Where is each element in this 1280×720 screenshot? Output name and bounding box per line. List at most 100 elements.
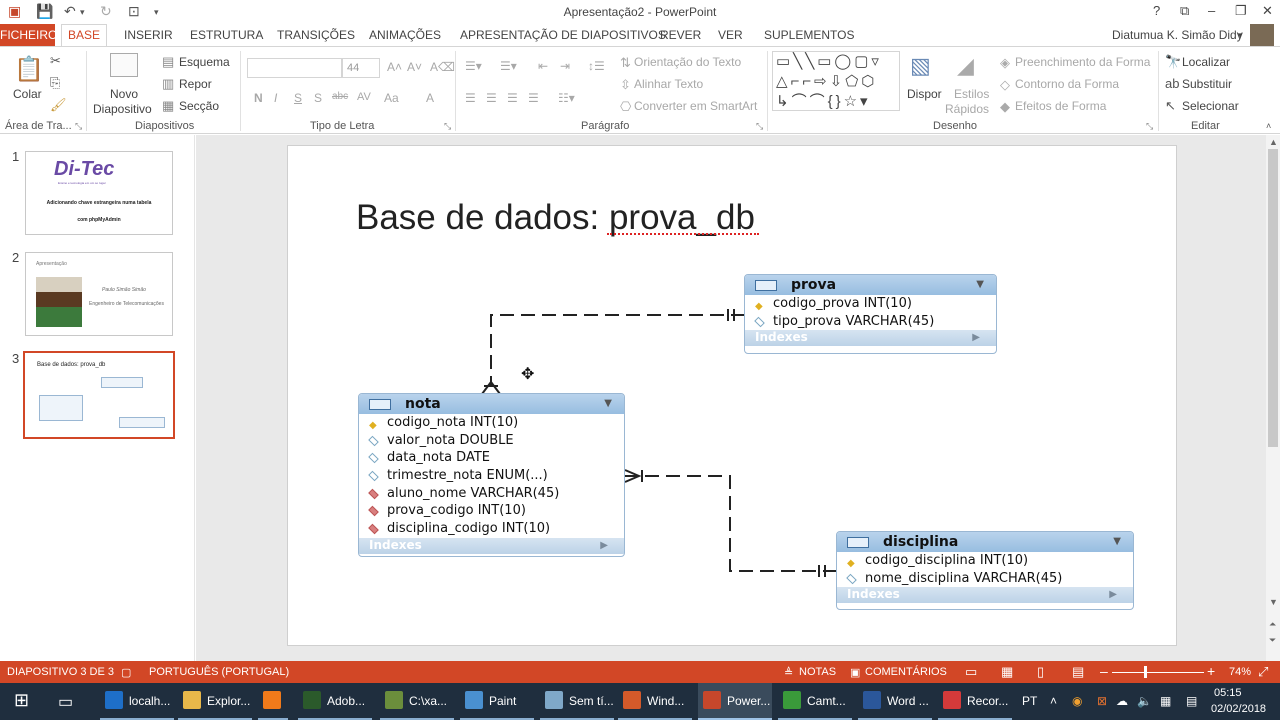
tab-inserir[interactable]: INSERIR bbox=[124, 28, 173, 42]
notes-icon[interactable]: ≜ bbox=[784, 666, 793, 679]
font-color-button[interactable]: A bbox=[426, 91, 434, 105]
paste-button[interactable]: Colar bbox=[13, 87, 42, 101]
vertical-scrollbar[interactable]: ▲ ▼ ⏶ ⏷ bbox=[1266, 135, 1280, 661]
comments-icon[interactable]: ▣ bbox=[850, 666, 860, 679]
drawing-launcher-icon[interactable]: ⤡ bbox=[1146, 121, 1153, 132]
new-slide-button[interactable]: Diapositivo bbox=[93, 102, 152, 116]
new-slide-icon[interactable] bbox=[110, 53, 138, 77]
collapse-icon[interactable]: ▼ bbox=[604, 398, 612, 409]
tray-overflow-icon[interactable]: ˄ bbox=[1050, 694, 1057, 708]
table-disciplina[interactable]: disciplina ▼ ◆ codigo_disciplina INT(10) n… bbox=[836, 531, 1134, 610]
clipboard-launcher-icon[interactable]: ⤡ bbox=[75, 121, 82, 132]
minimize-button[interactable]: – bbox=[1208, 3, 1215, 18]
collapse-icon[interactable]: ▼ bbox=[1113, 536, 1121, 547]
shapes-gallery[interactable]: ▭╲╲▭◯▢▿ △⌐⌐⇨⇩⬠⬡ ↳⌒⌒{}☆▾ bbox=[772, 51, 900, 111]
tab-ver[interactable]: VER bbox=[718, 28, 743, 42]
slide[interactable]: Base de dados: prova_db prova ▼ ◆ codigo_p… bbox=[287, 145, 1177, 646]
tab-base[interactable]: BASE bbox=[61, 24, 107, 47]
decrease-indent-icon[interactable]: ⇤ bbox=[538, 59, 548, 73]
clock-date[interactable]: 02/02/2018 bbox=[1211, 703, 1266, 715]
collapse-ribbon-icon[interactable]: ˄ bbox=[1266, 121, 1271, 131]
format-painter-icon[interactable]: 🖌 bbox=[50, 97, 67, 113]
bold-button[interactable]: N bbox=[254, 91, 263, 105]
tray-app-icon[interactable]: ◉ bbox=[1072, 694, 1082, 708]
italic-button[interactable]: I bbox=[274, 91, 277, 105]
paste-icon[interactable]: 📋 bbox=[14, 55, 44, 84]
normal-view-icon[interactable]: ▭ bbox=[965, 664, 977, 680]
align-text-button[interactable]: Alinhar Texto bbox=[634, 77, 703, 91]
zoom-in-icon[interactable]: + bbox=[1207, 663, 1215, 679]
taskbar-item[interactable]: Camt... bbox=[778, 683, 852, 720]
slide-thumbnail-1[interactable]: Di-Tec Ensino e tecnologia em um so luga… bbox=[25, 151, 173, 235]
scrollbar-thumb[interactable] bbox=[1268, 149, 1278, 447]
shape-effects-button[interactable]: Efeitos de Forma bbox=[1015, 99, 1106, 113]
previous-slide-icon[interactable]: ⏶ bbox=[1269, 619, 1276, 630]
user-name[interactable]: Diatumua K. Simão Didy bbox=[1112, 28, 1243, 42]
taskbar-item[interactable]: Power... bbox=[698, 683, 772, 720]
align-center-icon[interactable]: ☰ bbox=[486, 91, 497, 105]
tab-suplementos[interactable]: SUPLEMENTOS bbox=[764, 28, 854, 42]
ribbon-display-options-button[interactable]: ⧉ bbox=[1180, 3, 1189, 19]
taskbar-item[interactable]: Word ... bbox=[858, 683, 932, 720]
layout-button[interactable]: Esquema bbox=[179, 55, 230, 69]
tab-transicoes[interactable]: TRANSIÇÕES bbox=[277, 28, 355, 42]
tab-rever[interactable]: REVER bbox=[660, 28, 701, 42]
slide-sorter-icon[interactable]: ▦ bbox=[1001, 664, 1013, 680]
spellcheck-icon[interactable]: ▢ bbox=[121, 666, 131, 679]
maximize-button[interactable]: ❐ bbox=[1235, 3, 1247, 19]
font-size-select[interactable]: 44 bbox=[342, 58, 380, 78]
section-button[interactable]: Secção bbox=[179, 99, 219, 113]
input-language[interactable]: PT bbox=[1022, 694, 1037, 708]
zoom-level[interactable]: 74% bbox=[1229, 666, 1251, 678]
clear-format-icon[interactable]: A⌫ bbox=[430, 60, 455, 74]
justify-icon[interactable]: ☰ bbox=[528, 91, 539, 105]
fit-slide-icon[interactable]: ⤢ bbox=[1258, 664, 1268, 680]
line-spacing-icon[interactable]: ↕☰ bbox=[588, 59, 605, 73]
user-dropdown-icon[interactable]: ▾ bbox=[1238, 30, 1243, 41]
font-launcher-icon[interactable]: ⤡ bbox=[444, 121, 451, 132]
table-nota[interactable]: nota ▼ ◆ codigo_nota INT(10) valor_nota DO… bbox=[358, 393, 625, 557]
columns-icon[interactable]: ☷▾ bbox=[558, 91, 575, 105]
zoom-slider[interactable] bbox=[1112, 672, 1204, 673]
find-button[interactable]: Localizar bbox=[1182, 55, 1230, 69]
taskbar-item[interactable]: C:\xa... bbox=[380, 683, 454, 720]
zoom-out-icon[interactable]: – bbox=[1100, 663, 1108, 679]
shape-fill-button[interactable]: Preenchimento da Forma bbox=[1015, 55, 1150, 69]
quick-styles-icon[interactable]: ◢ bbox=[957, 53, 974, 79]
bullets-icon[interactable]: ☰▾ bbox=[465, 59, 482, 73]
avatar[interactable] bbox=[1250, 24, 1274, 46]
scroll-down-icon[interactable]: ▼ bbox=[1269, 597, 1278, 607]
onedrive-icon[interactable]: ☁ bbox=[1116, 694, 1128, 708]
zoom-slider-thumb[interactable] bbox=[1144, 666, 1147, 678]
taskbar-item[interactable] bbox=[258, 683, 288, 720]
replace-button[interactable]: Substituir bbox=[1182, 77, 1232, 91]
select-button[interactable]: Selecionar bbox=[1182, 99, 1239, 113]
taskbar-item[interactable]: Recor... bbox=[938, 683, 1012, 720]
tab-estrutura[interactable]: ESTRUTURA bbox=[190, 28, 263, 42]
language-indicator[interactable]: PORTUGUÊS (PORTUGAL) bbox=[149, 666, 289, 678]
close-button[interactable]: ✕ bbox=[1262, 3, 1273, 19]
align-right-icon[interactable]: ☰ bbox=[507, 91, 518, 105]
collapse-icon[interactable]: ▼ bbox=[976, 279, 984, 290]
expand-icon[interactable]: ▶ bbox=[1109, 587, 1117, 602]
quick-styles-button[interactable]: Rápidos bbox=[945, 102, 989, 116]
shadow-button[interactable]: S bbox=[314, 91, 322, 105]
new-slide-label[interactable]: Novo bbox=[110, 87, 138, 101]
table-prova[interactable]: prova ▼ ◆ codigo_prova INT(10) tipo_prova … bbox=[744, 274, 997, 354]
strikethrough-button[interactable]: abc bbox=[332, 91, 348, 102]
slide-thumbnail-3[interactable]: Base de dados: prova_db bbox=[23, 351, 175, 439]
help-button[interactable]: ? bbox=[1153, 3, 1160, 18]
increase-indent-icon[interactable]: ⇥ bbox=[560, 59, 570, 73]
arrange-icon[interactable]: ▧ bbox=[910, 53, 931, 79]
paragraph-launcher-icon[interactable]: ⤡ bbox=[756, 121, 763, 132]
volume-icon[interactable]: 🔈 bbox=[1137, 694, 1152, 708]
expand-icon[interactable]: ▶ bbox=[600, 538, 608, 553]
quick-styles-label[interactable]: Estilos bbox=[954, 87, 989, 101]
slideshow-icon[interactable]: ▤ bbox=[1072, 664, 1084, 680]
expand-icon[interactable]: ▶ bbox=[972, 330, 980, 345]
windows-start-icon[interactable]: ⊞ bbox=[14, 683, 29, 720]
tray-app-icon[interactable]: ⊠ bbox=[1097, 694, 1107, 708]
character-spacing-button[interactable]: AV bbox=[357, 91, 371, 103]
cut-icon[interactable]: ✂ bbox=[50, 53, 61, 69]
grow-font-icon[interactable]: A˄ bbox=[387, 60, 402, 74]
